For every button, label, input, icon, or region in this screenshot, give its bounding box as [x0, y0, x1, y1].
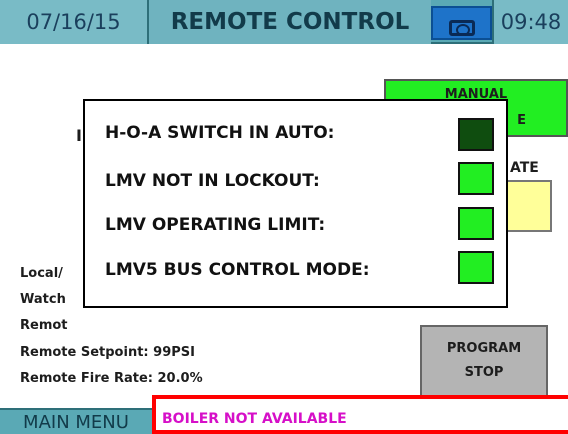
popup-row-label: LMV NOT IN LOCKOUT:	[105, 171, 320, 191]
program-stop-button[interactable]: PROGRAM STOP	[420, 325, 548, 398]
status-line: Remot	[20, 318, 68, 333]
status-line: Watch	[20, 292, 66, 307]
header-date: 07/16/15	[0, 0, 149, 44]
status-line: Local/	[20, 266, 63, 281]
boiler-status-message: BOILER NOT AVAILABLE	[152, 395, 568, 434]
status-indicator	[458, 251, 494, 284]
camera-button[interactable]	[431, 6, 492, 40]
permissive-status-popup: H-O-A SWITCH IN AUTO: LMV NOT IN LOCKOUT…	[83, 99, 508, 308]
status-indicator	[458, 162, 494, 195]
fire-rate-label: ATE	[510, 160, 539, 176]
remote-fire-rate: Remote Fire Rate: 20.0%	[20, 371, 203, 386]
main-menu-button[interactable]: MAIN MENU	[0, 408, 152, 434]
status-indicator	[458, 118, 494, 151]
popup-row-label: LMV OPERATING LIMIT:	[105, 215, 326, 235]
status-indicator	[458, 207, 494, 240]
program-stop-label: PROGRAM	[446, 341, 522, 356]
popup-row-label: H-O-A SWITCH IN AUTO:	[105, 123, 335, 143]
header-time: 09:48	[492, 0, 568, 44]
left-mark: I	[76, 126, 82, 145]
remote-setpoint: Remote Setpoint: 99PSI	[20, 345, 195, 360]
camera-icon	[448, 20, 475, 36]
popup-row-label: LMV5 BUS CONTROL MODE:	[105, 260, 370, 280]
page-title: REMOTE CONTROL	[149, 0, 431, 44]
program-stop-label-2: STOP	[464, 365, 504, 380]
